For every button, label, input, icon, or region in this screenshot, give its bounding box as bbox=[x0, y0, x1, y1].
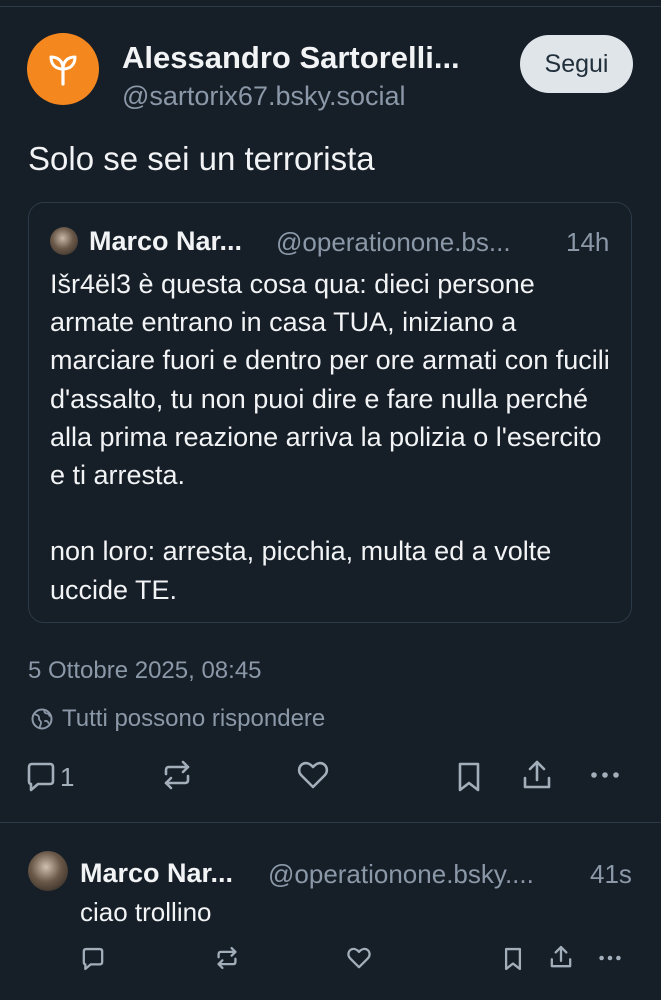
post-date: 5 Ottobre 2025, 08:45 bbox=[28, 657, 262, 684]
quote-paragraph: Išr4ël3 è questa cosa qua: dieci persone… bbox=[50, 269, 610, 491]
repost-icon bbox=[164, 760, 190, 790]
more-options-button[interactable] bbox=[588, 758, 622, 792]
like-icon bbox=[297, 761, 329, 789]
more-icon bbox=[591, 772, 619, 778]
reply-setting[interactable]: Tutti possono rispondere bbox=[30, 703, 325, 735]
like-icon bbox=[347, 947, 371, 969]
reply-repost-button[interactable] bbox=[214, 945, 240, 971]
quote-author-handle[interactable]: @operationone.bs... bbox=[276, 227, 511, 258]
reply-more-options-button[interactable] bbox=[597, 945, 623, 971]
reply-bookmark-button[interactable] bbox=[500, 946, 526, 972]
bookmark-icon bbox=[504, 947, 522, 971]
follow-button[interactable]: Segui bbox=[520, 35, 633, 93]
reply-avatar[interactable] bbox=[28, 851, 68, 891]
share-button[interactable] bbox=[520, 758, 554, 792]
quote-timestamp: 14h bbox=[566, 227, 610, 257]
like-button[interactable] bbox=[296, 758, 330, 792]
repost-icon bbox=[217, 946, 237, 970]
reply-icon bbox=[27, 762, 55, 792]
reply-setting-label: Tutti possono rispondere bbox=[62, 705, 326, 732]
quote-author-name[interactable]: Marco Nar... bbox=[89, 226, 242, 257]
top-divider bbox=[0, 0, 661, 7]
reply-reply-button[interactable] bbox=[80, 946, 106, 972]
quoted-post[interactable]: Marco Nar... @operationone.bs... 14h Išr… bbox=[28, 202, 632, 623]
thread-divider bbox=[0, 822, 661, 823]
reply-like-button[interactable] bbox=[346, 945, 372, 971]
bookmark-icon bbox=[458, 762, 480, 792]
globe-icon bbox=[31, 708, 53, 730]
reply-icon bbox=[82, 947, 104, 971]
share-icon bbox=[523, 760, 551, 789]
sprout-icon bbox=[49, 55, 77, 86]
author-handle[interactable]: @sartorix67.bsky.social bbox=[122, 81, 406, 112]
quote-avatar[interactable] bbox=[50, 227, 78, 255]
share-icon bbox=[550, 945, 572, 968]
reply-button[interactable]: 1 bbox=[24, 760, 74, 794]
avatar[interactable] bbox=[27, 33, 99, 105]
reply-share-button[interactable] bbox=[548, 944, 574, 970]
reply-timestamp: 41s bbox=[590, 859, 632, 889]
quote-text: Išr4ël3 è questa cosa qua: dieci persone… bbox=[50, 265, 620, 609]
reply-count: 1 bbox=[60, 761, 75, 792]
reply-author-name[interactable]: Marco Nar... bbox=[80, 858, 233, 889]
bookmark-button[interactable] bbox=[452, 760, 486, 794]
reply-author-handle[interactable]: @operationone.bsky.... bbox=[268, 859, 534, 890]
author-name[interactable]: Alessandro Sartorelli... bbox=[122, 40, 460, 76]
more-icon bbox=[599, 955, 621, 961]
reply-text: ciao trollino bbox=[80, 897, 212, 927]
repost-button[interactable] bbox=[160, 758, 194, 792]
quote-paragraph: non loro: arresta, picchia, multa ed a v… bbox=[50, 536, 552, 605]
post-text: Solo se sei un terrorista bbox=[28, 140, 375, 177]
